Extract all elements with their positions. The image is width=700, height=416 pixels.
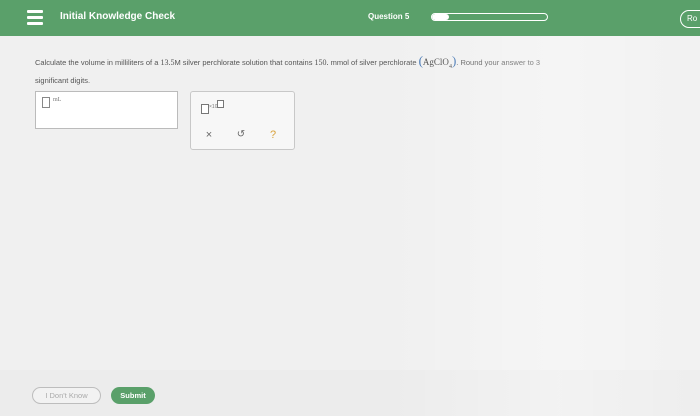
question-text-part3: mmol of silver perchlorate xyxy=(328,58,419,67)
progress-bar xyxy=(431,13,548,21)
question-text-part2: M silver perchlorate solution that conta… xyxy=(174,58,315,67)
answer-input[interactable] xyxy=(42,97,50,108)
app-title: Initial Knowledge Check xyxy=(60,11,176,22)
help-icon[interactable]: ? xyxy=(265,128,281,142)
question-text-part4: . Round your answer to 3 xyxy=(456,58,541,67)
user-menu-button[interactable]: Ro xyxy=(680,10,700,28)
question-prompt: Calculate the volume in milliliters of a… xyxy=(35,54,675,88)
top-bar: Initial Knowledge Check Question 5 Ro xyxy=(0,0,700,36)
tool-row: × ↺ ? xyxy=(191,128,296,144)
bottom-bar xyxy=(0,370,700,416)
question-text-part1: Calculate the volume in milliliters of a xyxy=(35,58,161,67)
clear-icon[interactable]: × xyxy=(201,128,217,142)
x10-power-icon[interactable]: ×10 xyxy=(201,100,224,114)
question-number: Question 5 xyxy=(368,12,410,21)
math-tool-panel: ×10 × ↺ ? xyxy=(190,91,295,150)
progress-fill xyxy=(432,14,450,20)
concentration-value: 13.5 xyxy=(160,58,175,67)
unit-label: mL xyxy=(53,97,62,103)
amount-value: 150. xyxy=(314,58,329,67)
hamburger-menu-icon[interactable] xyxy=(27,10,43,25)
answer-box: mL xyxy=(35,91,178,129)
undo-icon[interactable]: ↺ xyxy=(233,128,249,142)
dont-know-button[interactable]: I Don't Know xyxy=(32,387,101,404)
submit-button[interactable]: Submit xyxy=(111,387,155,404)
question-text-line2: significant digits. xyxy=(35,75,91,85)
chemical-formula: (AgClO4) xyxy=(418,53,457,70)
